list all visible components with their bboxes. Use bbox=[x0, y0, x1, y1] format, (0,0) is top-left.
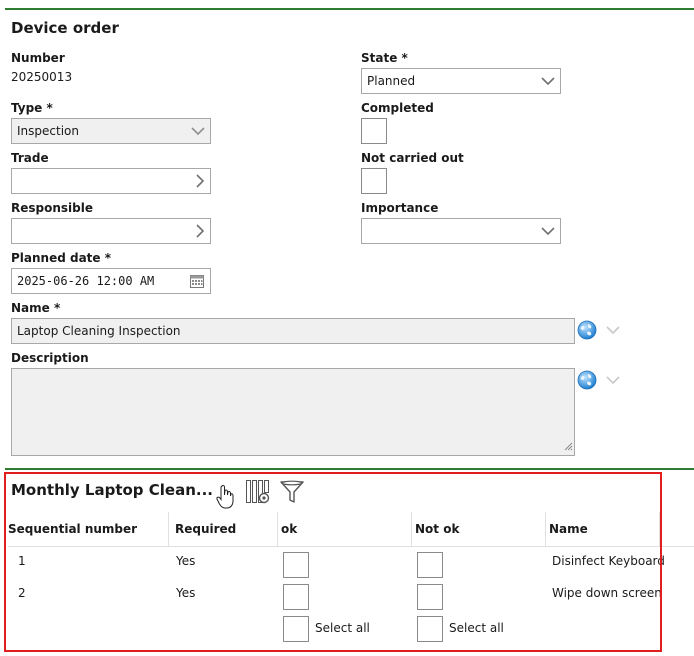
type-dropdown[interactable]: Inspection bbox=[11, 118, 211, 144]
column-separator bbox=[659, 512, 660, 546]
completed-label: Completed bbox=[361, 101, 434, 115]
select-all-ok-label: Select all bbox=[315, 621, 370, 635]
chevron-down-icon[interactable] bbox=[606, 324, 620, 338]
column-separator bbox=[277, 512, 278, 546]
ok-checkbox[interactable] bbox=[283, 584, 309, 610]
planned-date-label: Planned date * bbox=[11, 251, 112, 265]
state-dropdown-value: Planned bbox=[367, 74, 416, 88]
completed-checkbox[interactable] bbox=[361, 118, 387, 144]
ok-checkbox[interactable] bbox=[283, 552, 309, 578]
chevron-down-icon bbox=[541, 76, 555, 86]
column-header-not-ok[interactable]: Not ok bbox=[415, 522, 459, 536]
chevron-right-icon[interactable] bbox=[195, 174, 205, 188]
number-label: Number bbox=[11, 51, 65, 65]
column-header-required[interactable]: Required bbox=[175, 522, 236, 536]
not-carried-out-checkbox[interactable] bbox=[361, 168, 387, 194]
select-all-ok-checkbox[interactable] bbox=[283, 616, 309, 642]
trade-picker[interactable] bbox=[11, 168, 211, 194]
not-carried-out-label: Not carried out bbox=[361, 151, 464, 165]
header-divider bbox=[8, 546, 694, 547]
chevron-down-icon[interactable] bbox=[606, 374, 620, 388]
type-label: Type * bbox=[11, 101, 53, 115]
name-cell: Disinfect Keyboard bbox=[552, 554, 665, 568]
column-settings-icon[interactable] bbox=[245, 479, 271, 508]
section-rule bbox=[5, 468, 694, 470]
column-header-sequential-number[interactable]: Sequential number bbox=[8, 522, 137, 536]
sequential-number-cell: 2 bbox=[18, 586, 26, 600]
importance-label: Importance bbox=[361, 201, 439, 215]
required-cell: Yes bbox=[176, 554, 196, 568]
state-dropdown[interactable]: Planned bbox=[361, 68, 561, 94]
number-value: 20250013 bbox=[11, 70, 73, 84]
column-separator bbox=[411, 512, 412, 546]
trade-label: Trade bbox=[11, 151, 49, 165]
type-dropdown-value: Inspection bbox=[17, 124, 79, 138]
name-label: Name * bbox=[11, 301, 61, 315]
not-ok-checkbox[interactable] bbox=[417, 584, 443, 610]
column-separator bbox=[168, 512, 169, 546]
page-title: Device order bbox=[11, 19, 119, 37]
description-label: Description bbox=[11, 351, 89, 365]
sequential-number-cell: 1 bbox=[18, 554, 26, 568]
name-input[interactable]: Laptop Cleaning Inspection bbox=[11, 318, 575, 344]
calendar-icon[interactable] bbox=[189, 273, 205, 289]
planned-date-value: 2025-06-26 12:00 AM bbox=[17, 274, 155, 288]
description-textarea[interactable] bbox=[11, 368, 575, 456]
planned-date-input[interactable]: 2025-06-26 12:00 AM bbox=[11, 268, 211, 294]
checklist-title: Monthly Laptop Clean... bbox=[11, 481, 213, 499]
hand-cursor-icon bbox=[215, 484, 235, 513]
select-all-not-ok-label: Select all bbox=[449, 621, 504, 635]
column-header-ok[interactable]: ok bbox=[281, 522, 297, 536]
globe-icon[interactable] bbox=[577, 320, 597, 340]
responsible-picker[interactable] bbox=[11, 218, 211, 244]
name-cell: Wipe down screen bbox=[552, 586, 662, 600]
filter-icon[interactable] bbox=[279, 479, 305, 508]
not-ok-checkbox[interactable] bbox=[417, 552, 443, 578]
required-cell: Yes bbox=[176, 586, 196, 600]
chevron-down-icon bbox=[191, 126, 205, 136]
header-rule bbox=[5, 8, 694, 10]
state-label: State * bbox=[361, 51, 408, 65]
column-header-name[interactable]: Name bbox=[549, 522, 588, 536]
column-separator bbox=[545, 512, 546, 546]
chevron-right-icon[interactable] bbox=[195, 224, 205, 238]
chevron-down-icon bbox=[541, 226, 555, 236]
select-all-not-ok-checkbox[interactable] bbox=[417, 616, 443, 642]
name-input-value: Laptop Cleaning Inspection bbox=[17, 324, 181, 338]
globe-icon[interactable] bbox=[577, 370, 597, 390]
importance-dropdown[interactable] bbox=[361, 218, 561, 244]
responsible-label: Responsible bbox=[11, 201, 93, 215]
resize-grip-icon[interactable] bbox=[564, 440, 573, 454]
